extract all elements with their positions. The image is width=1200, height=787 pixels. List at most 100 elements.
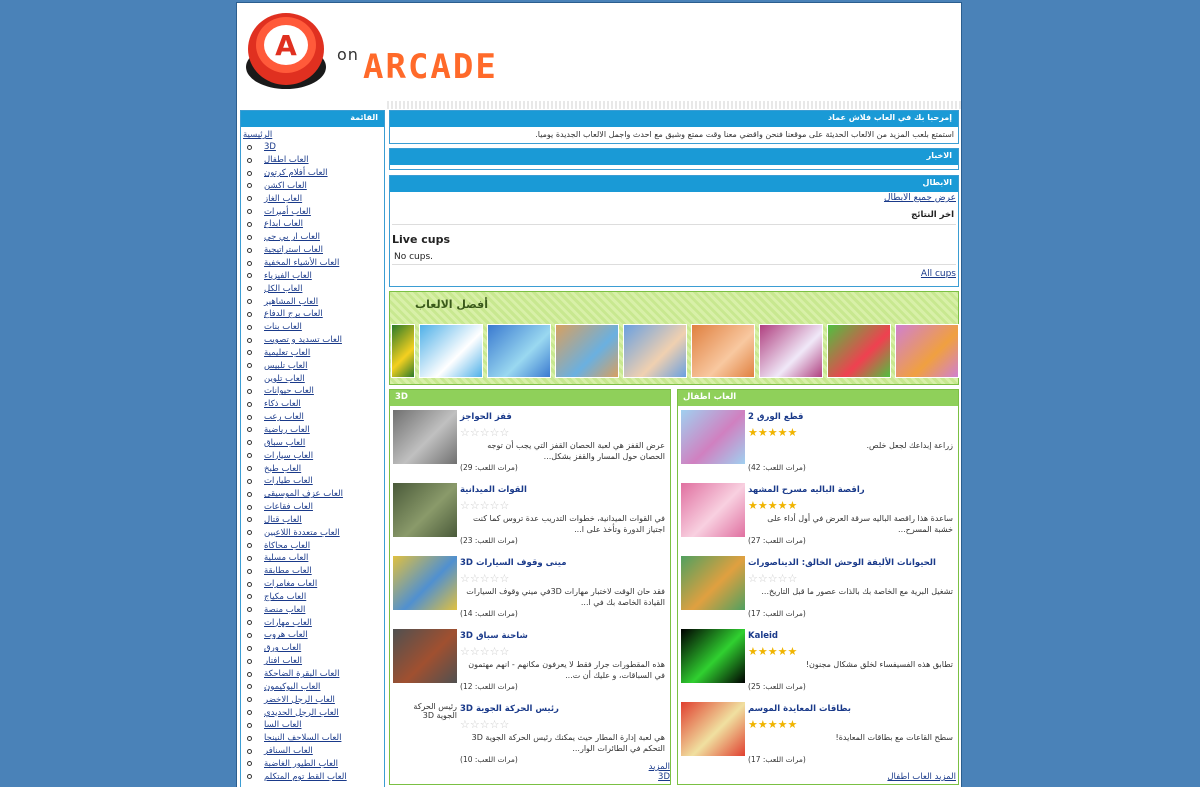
best-game-thumb-girls-game[interactable] [691,324,755,378]
sidebar-item-link[interactable]: العاب مكياج [264,591,306,603]
sidebar-item-link[interactable]: العاب الكل [264,283,302,295]
best-game-thumb-comic-game[interactable] [555,324,619,378]
sidebar-item-link[interactable]: العاب افتار [264,655,302,667]
more-kids-link[interactable]: المزيد العاب اطفال [887,772,956,782]
sidebar-item[interactable]: العاب تلوين [243,372,382,385]
game-thumbnail[interactable]: رئيس الحركة الجوية 3D [393,702,457,756]
sidebar-item-link[interactable]: العاب ار بي جي [264,231,320,243]
sidebar-item[interactable]: العاب طبخ [243,462,382,475]
sidebar-item-link[interactable]: العاب استراتيجية [264,244,323,256]
sidebar-item-link[interactable]: العاب متعددة اللاعبين [264,527,340,539]
game-thumbnail[interactable] [393,556,457,610]
best-game-thumb-match-game[interactable] [827,324,891,378]
sidebar-item-link[interactable]: العاب الفيزياء [264,270,312,282]
sidebar-item-link[interactable]: العاب ورق [264,642,301,654]
sidebar-item[interactable]: العاب قتال [243,513,382,526]
sidebar-item[interactable]: العاب بنات [243,321,382,334]
sidebar-item[interactable]: العاب السنافر [243,745,382,758]
best-game-thumb-princess-game[interactable] [895,324,959,378]
best-game-thumb-pool-game[interactable] [487,324,551,378]
sidebar-item-link[interactable]: العاب الرجل الاخضر [264,694,335,706]
sidebar-item[interactable]: العاب السلاحف النينجا [243,732,382,745]
game-thumbnail[interactable] [393,410,457,464]
game-title-link[interactable]: شاحنة سباق 3D [460,631,528,641]
game-thumbnail[interactable] [681,556,745,610]
game-title-link[interactable]: القوات الميدانية [460,485,527,495]
sidebar-item-link[interactable]: العاب القط توم المتكلم [264,771,347,783]
game-thumbnail[interactable] [393,483,457,537]
sidebar-item-link[interactable]: العاب حيوانات [264,385,314,397]
sidebar-item-link[interactable]: العاب عزف الموسيقى [264,488,343,500]
sidebar-item-link[interactable]: العاب فقاعات [264,501,313,513]
sidebar-item-link[interactable]: 3D [264,141,276,153]
sidebar-item[interactable]: العاب مسلية [243,552,382,565]
sidebar-item[interactable]: العاب تسديد و تصويب [243,334,382,347]
best-game-thumb-dolphin-game[interactable] [419,324,483,378]
sidebar-item[interactable]: العاب مهارات [243,616,382,629]
sidebar-item-link[interactable]: العاب محاكاة [264,540,310,552]
sidebar-item-link[interactable]: العاب تلبيس [264,360,308,372]
sidebar-item[interactable]: العاب حيوانات [243,385,382,398]
sidebar-item-link[interactable]: العاب ذكاء [264,398,301,410]
sidebar-item[interactable]: العاب الكل [243,282,382,295]
sidebar-item[interactable]: العاب أميرات [243,205,382,218]
sidebar-item-link[interactable]: العاب تعليمية [264,347,310,359]
sidebar-item[interactable]: العاب مغامرات [243,578,382,591]
sidebar-item-link[interactable]: العاب مهارات [264,617,312,629]
sidebar-item[interactable]: العاب هروب [243,629,382,642]
sidebar-item-link[interactable]: العاب السا [264,719,301,731]
game-thumbnail[interactable] [681,410,745,464]
sidebar-item-link[interactable]: العاب مطابقة [264,565,312,577]
sidebar-item[interactable]: العاب ذكاء [243,398,382,411]
sidebar-item-link[interactable]: العاب البقرة الضاحكة [264,668,339,680]
sidebar-item-link[interactable]: العاب اطفال [264,154,309,166]
sidebar-item-link[interactable]: العاب سيارات [264,450,313,462]
sidebar-item[interactable]: العاب ورق [243,642,382,655]
sidebar-item[interactable]: العاب فقاعات [243,501,382,514]
game-title-link[interactable]: مينى وقوف السيارات 3D [460,558,566,568]
sidebar-item[interactable]: العاب متعددة اللاعبين [243,526,382,539]
sidebar-item-link[interactable]: العاب ابداع [264,218,303,230]
sidebar-item-link[interactable]: العاب بنات [264,321,302,333]
sidebar-item[interactable]: العاب افتار [243,655,382,668]
sidebar-item[interactable]: العاب عزف الموسيقى [243,488,382,501]
sidebar-item-link[interactable]: العاب طيارات [264,475,313,487]
sidebar-item-link[interactable]: العاب البوكيمون [264,681,320,693]
sidebar-item-link[interactable]: العاب طبخ [264,463,301,475]
game-title-link[interactable]: بطاقات المعايدة الموسم [748,704,851,714]
sidebar-item-link[interactable]: العاب المشاهير [264,296,318,308]
sidebar-item[interactable]: العاب تلبيس [243,359,382,372]
sidebar-item[interactable]: العاب أفلام كرتون [243,167,382,180]
sidebar-item[interactable]: العاب الطيور الغاضبة [243,758,382,771]
sidebar-item[interactable]: العاب الرجل الاخضر [243,693,382,706]
game-thumbnail[interactable] [681,483,745,537]
game-title-link[interactable]: الحيوانات الأليفة الوحش الخالق: الديناصو… [748,558,936,568]
sidebar-item-link[interactable]: العاب اكشن [264,180,307,192]
game-thumbnail[interactable] [681,629,745,683]
sidebar-item[interactable]: العاب البوكيمون [243,680,382,693]
game-thumbnail[interactable] [681,702,745,756]
sidebar-item-link[interactable]: العاب منصة [264,604,305,616]
sidebar-item[interactable]: العاب اكشن [243,180,382,193]
sidebar-item-link[interactable]: العاب الغاز [264,193,302,205]
sidebar-item-link[interactable]: العاب تسديد و تصويب [264,334,342,346]
sidebar-item[interactable]: العاب الأشياء المخفية [243,257,382,270]
game-title-link[interactable]: رئيس الحركة الجوية 3D [460,704,559,714]
sidebar-item-link[interactable]: العاب الأشياء المخفية [264,257,339,269]
sidebar-item[interactable]: العاب سباق [243,436,382,449]
game-title-link[interactable]: Kaleid [748,631,778,641]
sidebar-item-link[interactable]: العاب برج الدفاع [264,308,323,320]
sidebar-item[interactable]: العاب محاكاة [243,539,382,552]
sidebar-item[interactable]: العاب استراتيجية [243,244,382,257]
sidebar-item[interactable]: العاب برج الدفاع [243,308,382,321]
sidebar-item[interactable]: العاب منصة [243,603,382,616]
sidebar-item[interactable]: العاب اطفال [243,154,382,167]
arcade-button-logo-icon[interactable]: A [243,9,329,95]
sidebar-item-link[interactable]: العاب تلوين [264,373,305,385]
sidebar-item[interactable]: العاب تعليمية [243,347,382,360]
sidebar-home-link[interactable]: الرئيسية [243,129,382,141]
sidebar-item[interactable]: العاب السا [243,719,382,732]
best-game-thumb-angel-game[interactable] [759,324,823,378]
sidebar-item-link[interactable]: العاب مغامرات [264,578,317,590]
sidebar-item[interactable]: العاب الغاز [243,192,382,205]
